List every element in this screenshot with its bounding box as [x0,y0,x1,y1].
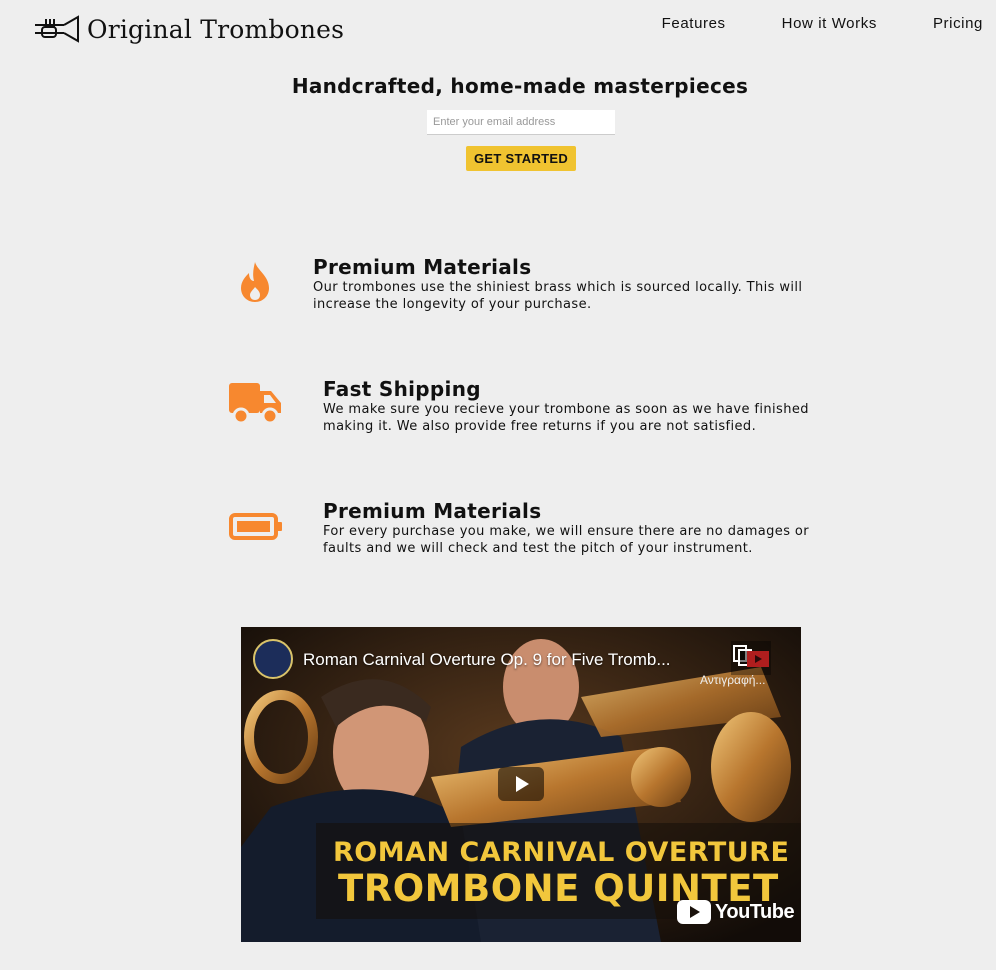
truck-icon [229,383,281,425]
feature-description: We make sure you recieve your trombone a… [323,402,809,434]
brand-name: Original Trombones [87,14,345,44]
feature-title: Premium Materials [313,255,532,279]
feature-quality-check: Premium Materials For every purchase you… [323,499,823,557]
trumpet-logo-icon [35,15,79,43]
nav-link-how-it-works[interactable]: How it Works [782,15,877,32]
youtube-play-icon [677,900,711,924]
battery-icon [229,513,282,540]
feature-fast-shipping: Fast Shipping We make sure you recieve y… [323,377,823,435]
feature-title: Premium Materials [323,499,542,523]
feature-description: Our trombones use the shiniest brass whi… [313,280,803,312]
nav-link-pricing[interactable]: Pricing [933,15,983,32]
main-nav: Features How it Works Pricing [606,15,983,32]
feature-title: Fast Shipping [323,377,481,401]
feature-description: For every purchase you make, we will ens… [323,524,809,556]
copy-link-icon[interactable] [731,641,771,675]
brand-logo[interactable]: Original Trombones [34,14,344,44]
copy-link-label[interactable]: Αντιγραφή... [700,673,765,687]
get-started-button[interactable]: GET STARTED [466,146,576,171]
fire-icon [241,262,269,302]
channel-avatar[interactable] [253,639,293,679]
overlay-title-line1: ROMAN CARNIVAL OVERTURE [333,837,790,868]
youtube-logo[interactable]: YouTube [677,900,795,924]
hero-title: Handcrafted, home-made masterpieces [291,74,749,98]
nav-link-features[interactable]: Features [662,15,726,32]
youtube-wordmark: YouTube [715,900,795,923]
email-input[interactable] [427,110,615,135]
play-icon[interactable] [498,767,544,801]
video-title[interactable]: Roman Carnival Overture Op. 9 for Five T… [303,650,671,670]
feature-premium-materials: Premium Materials Our trombones use the … [313,255,813,313]
video-embed[interactable]: Roman Carnival Overture Op. 9 for Five T… [241,627,801,942]
